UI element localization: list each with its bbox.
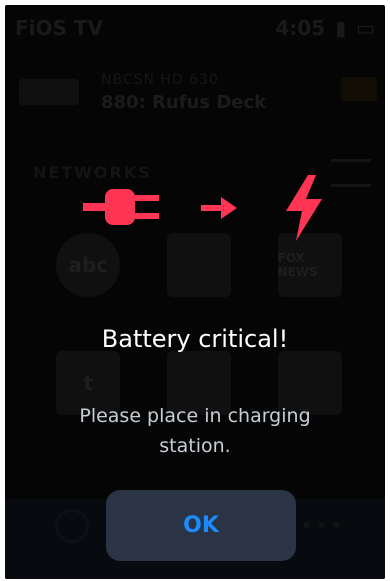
- arrow-right-icon: [201, 197, 237, 219]
- dialog-message: Please place in charging station.: [79, 405, 311, 457]
- lightning-bolt-icon: [286, 175, 322, 241]
- battery-dialog: Battery critical! Please place in chargi…: [5, 5, 385, 579]
- device-screen: FiOS TV 4:05 ▮ ▭ NBCSN HD 630 880: Rufus…: [5, 5, 385, 579]
- plug-icon: [83, 189, 159, 225]
- dialog-title: Battery critical!: [101, 325, 289, 353]
- dialog-icon-row: [5, 175, 385, 245]
- ok-button[interactable]: OK: [106, 490, 296, 561]
